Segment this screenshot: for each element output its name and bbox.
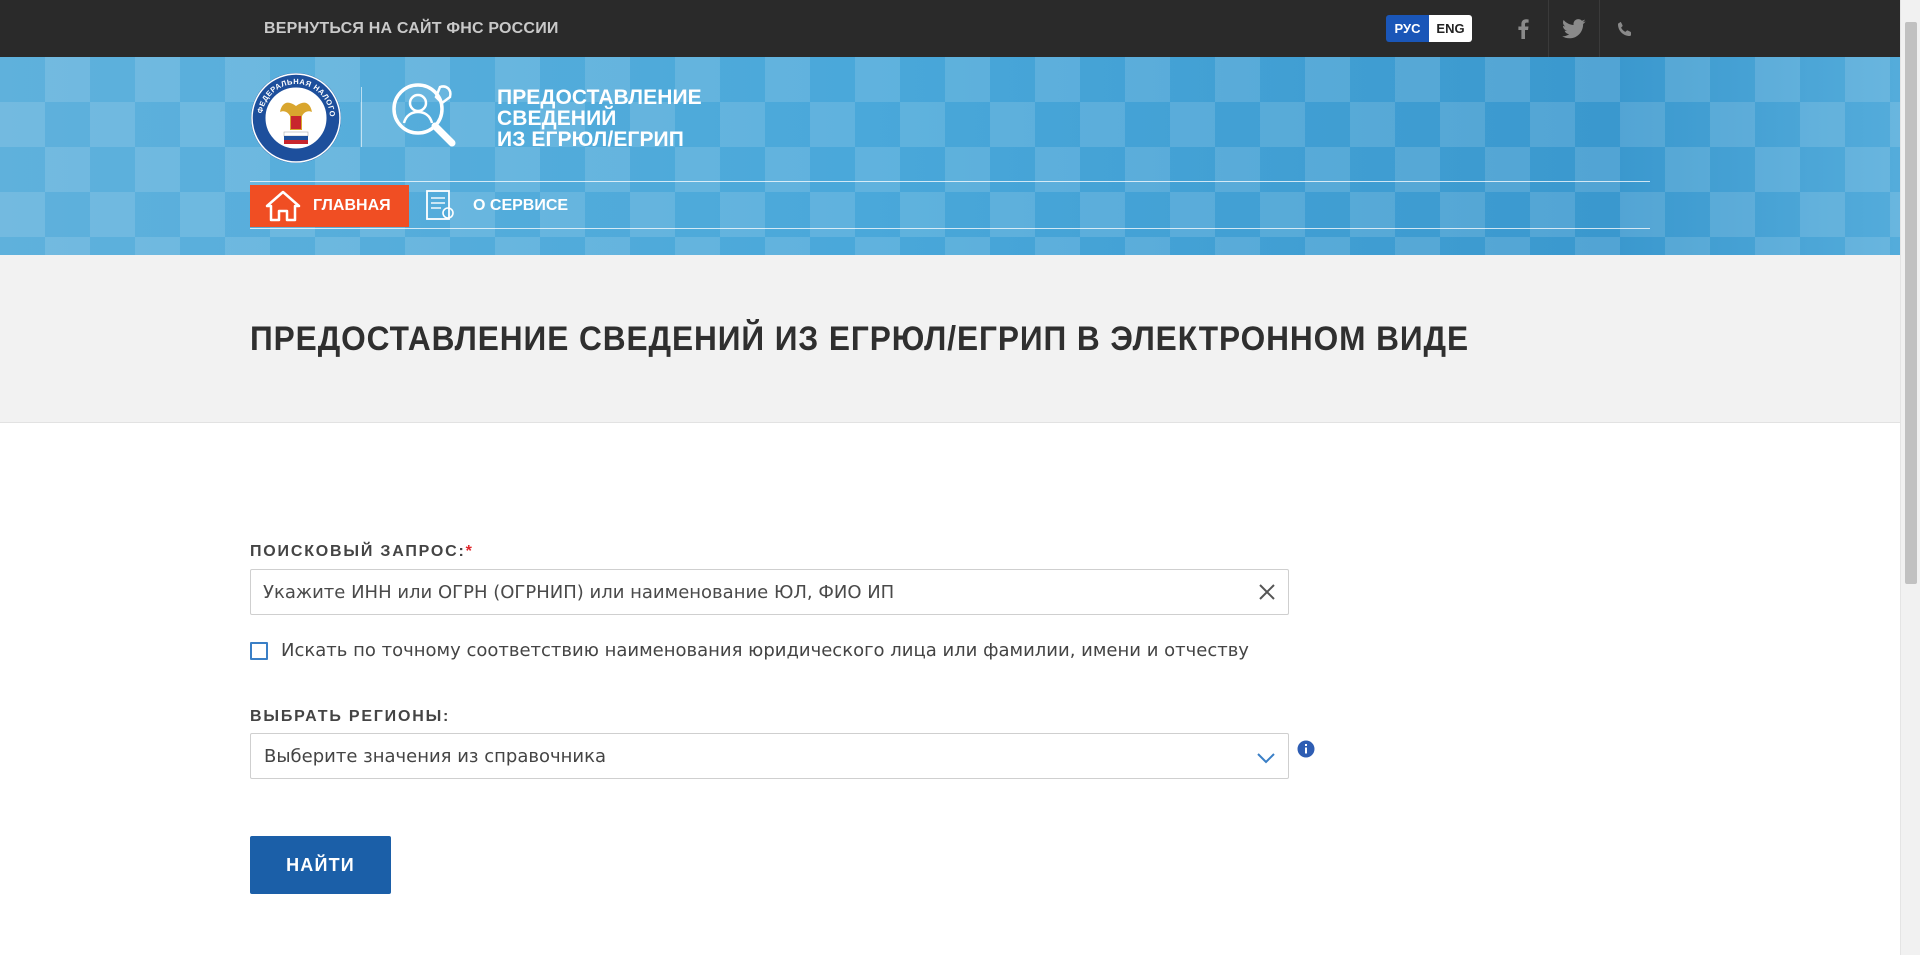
chevron-down-icon <box>1257 753 1275 764</box>
search-input[interactable] <box>251 570 1231 614</box>
search-field <box>250 569 1289 615</box>
top-bar: ВЕРНУТЬСЯ НА САЙТ ФНС РОССИИ РУС ENG <box>0 0 1900 57</box>
clear-icon[interactable] <box>1256 581 1278 603</box>
lang-ru-button[interactable]: РУС <box>1386 15 1429 42</box>
nav-divider-bottom <box>250 228 1650 229</box>
region-select-value: Выберите значения из справочника <box>264 746 606 767</box>
title-band: ПРЕДОСТАВЛЕНИЕ СВЕДЕНИЙ ИЗ ЕГРЮЛ/ЕГРИП В… <box>0 255 1900 423</box>
language-switcher: РУС ENG <box>1386 15 1472 42</box>
query-label: ПОИСКОВЫЙ ЗАПРОС:* <box>250 543 474 561</box>
service-title-line: ПРЕДОСТАВЛЕНИЕ <box>497 86 702 109</box>
service-title-line: ИЗ ЕГРЮЛ/ЕГРИП <box>497 128 684 151</box>
query-label-text: ПОИСКОВЫЙ ЗАПРОС: <box>250 543 466 560</box>
header-divider <box>361 87 362 147</box>
service-title: ПРЕДОСТАВЛЕНИЕ СВЕДЕНИЙ ИЗ ЕГРЮЛ/ЕГРИП <box>497 87 702 150</box>
region-label: ВЫБРАТЬ РЕГИОНЫ: <box>250 708 451 725</box>
find-button[interactable]: НАЙТИ <box>250 836 391 894</box>
nav-divider-top <box>250 181 1650 182</box>
scrollbar[interactable] <box>1900 0 1920 955</box>
twitter-icon[interactable] <box>1548 0 1599 57</box>
lang-en-button[interactable]: ENG <box>1429 15 1472 42</box>
back-to-fns-link[interactable]: ВЕРНУТЬСЯ НА САЙТ ФНС РОССИИ <box>264 20 559 38</box>
page-title: ПРЕДОСТАВЛЕНИЕ СВЕДЕНИЙ ИЗ ЕГРЮЛ/ЕГРИП В… <box>250 320 1470 358</box>
region-select[interactable]: Выберите значения из справочника <box>250 733 1289 779</box>
home-icon <box>265 190 301 222</box>
service-title-line: СВЕДЕНИЙ <box>497 107 617 130</box>
info-icon[interactable] <box>1297 740 1315 758</box>
page: ВЕРНУТЬСЯ НА САЙТ ФНС РОССИИ РУС ENG ФЕД… <box>0 0 1900 955</box>
nav-item-about[interactable]: О СЕРВИСЕ <box>425 185 568 227</box>
document-icon <box>426 190 454 220</box>
nav-item-home[interactable]: ГЛАВНАЯ <box>250 185 409 227</box>
exact-match-row: Искать по точному соответствию наименова… <box>250 640 1249 661</box>
nav-label: О СЕРВИСЕ <box>473 197 569 214</box>
phone-icon[interactable] <box>1599 0 1650 57</box>
fns-emblem-logo[interactable]: ФЕДЕРАЛЬНАЯ НАЛОГОВАЯ СЛУЖБА <box>250 72 342 164</box>
required-mark: * <box>465 543 474 560</box>
header-banner: ФЕДЕРАЛЬНАЯ НАЛОГОВАЯ СЛУЖБА ПРЕДОСТАВЛЕ… <box>0 57 1900 255</box>
nav-label: ГЛАВНАЯ <box>313 197 391 214</box>
scrollbar-thumb[interactable] <box>1905 22 1917 584</box>
exact-match-label[interactable]: Искать по точному соответствию наименова… <box>281 640 1249 661</box>
magnifier-person-icon <box>392 83 456 147</box>
exact-match-checkbox[interactable] <box>250 641 268 660</box>
facebook-icon[interactable] <box>1497 0 1548 57</box>
